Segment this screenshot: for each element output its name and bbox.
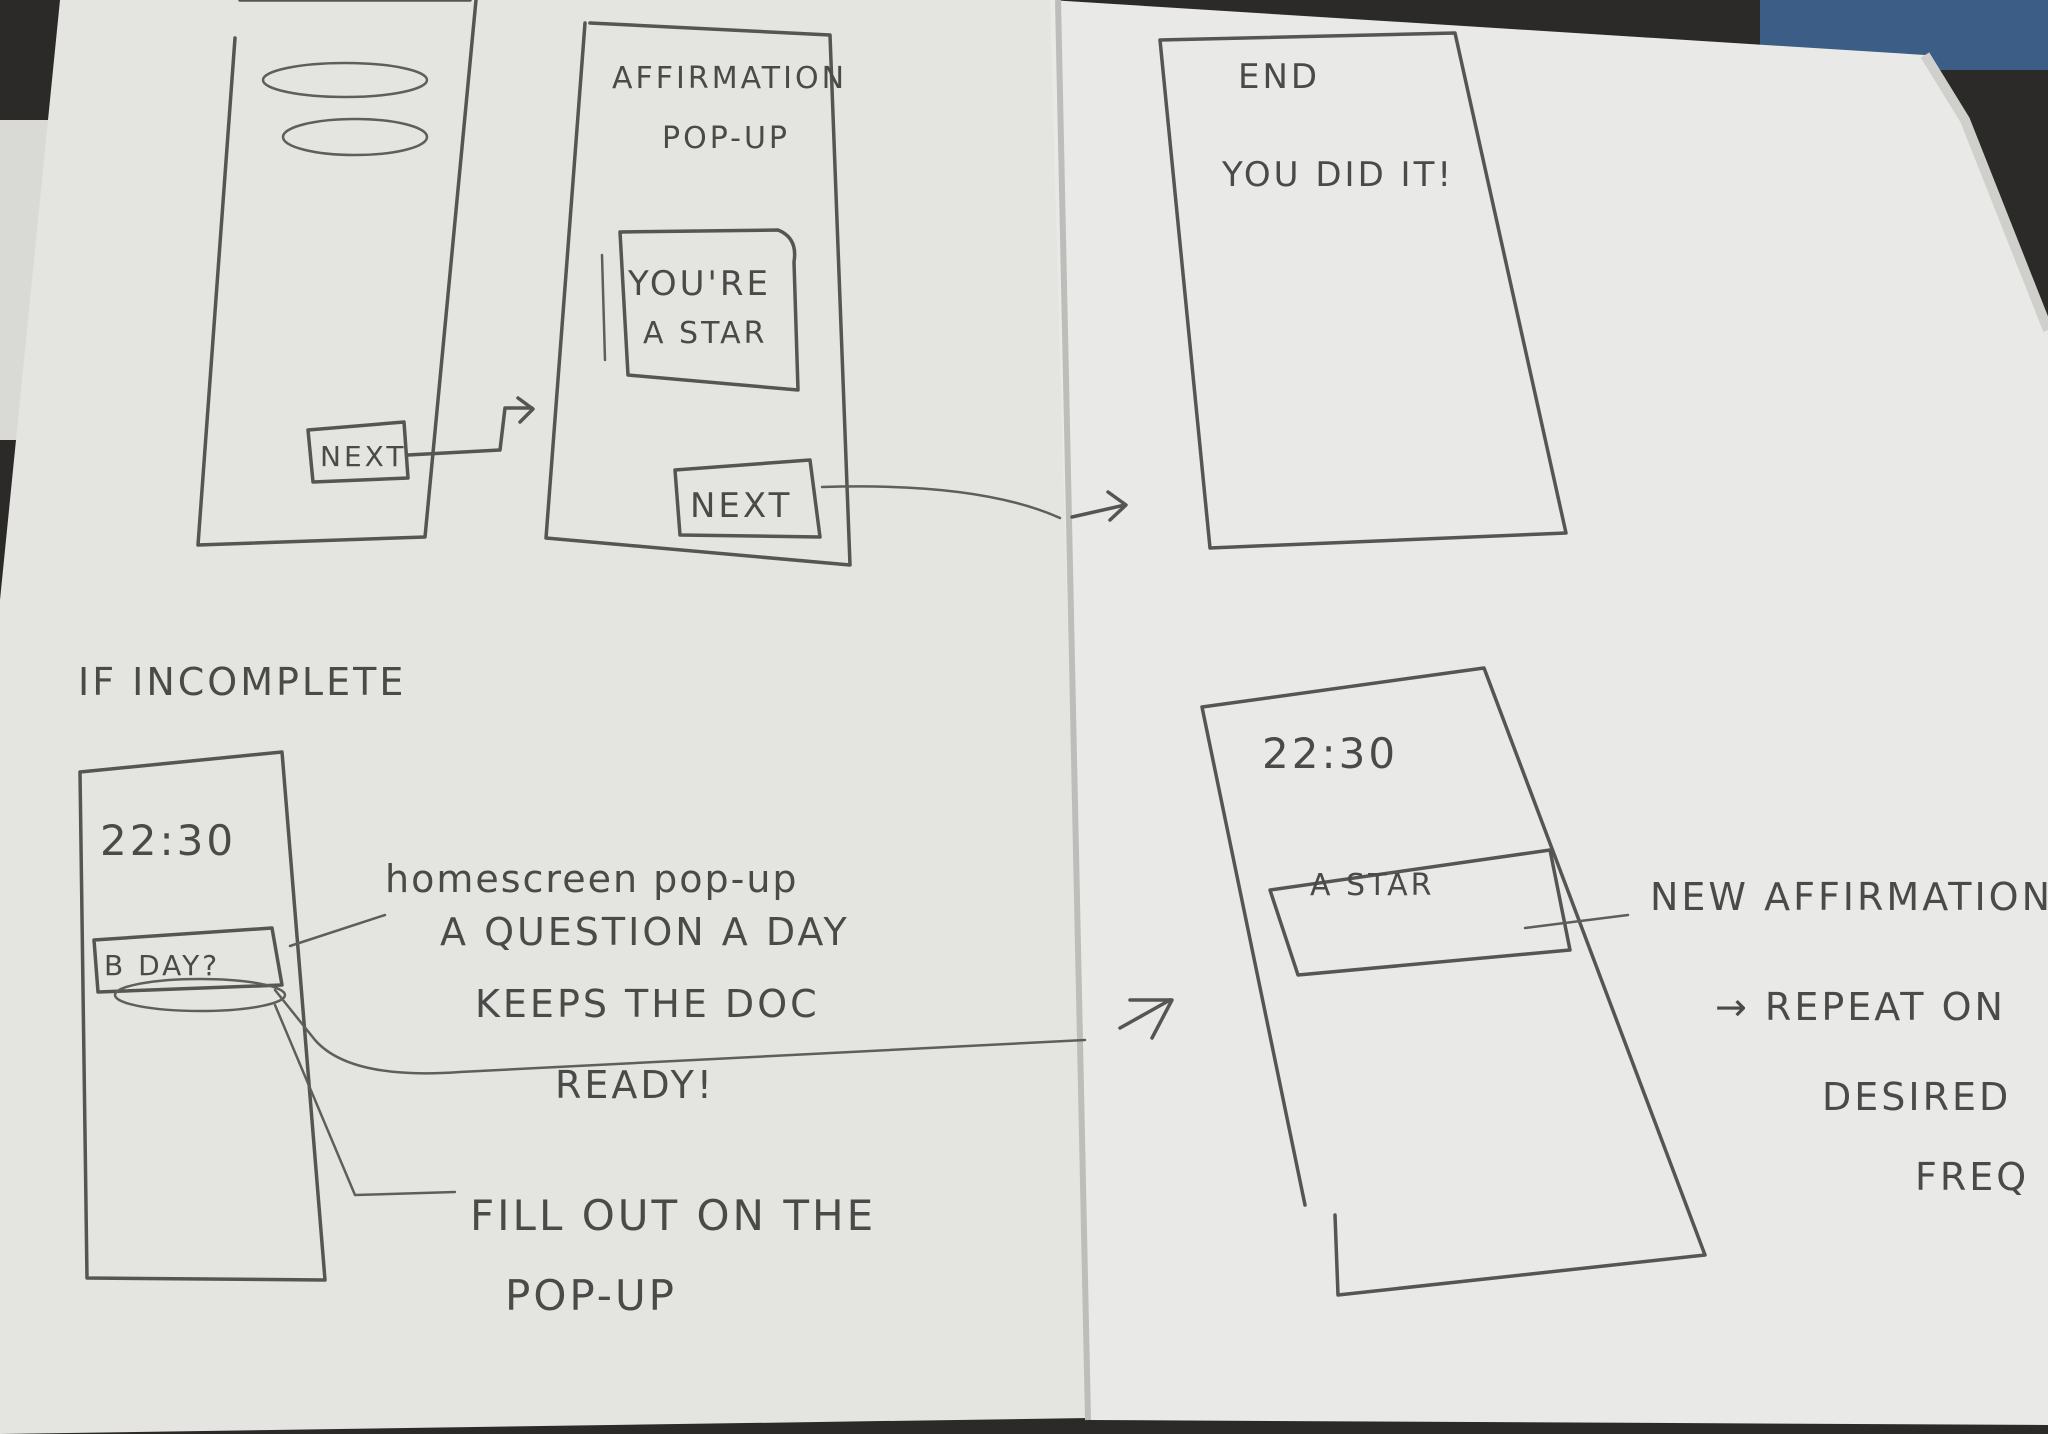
fill-out-line2: POP-UP — [505, 1271, 677, 1320]
new-affirmation-line1: NEW AFFIRMATION — [1650, 875, 2048, 919]
affirmation-title: AFFIRMATION — [612, 61, 847, 96]
next-button-label: NEXT — [320, 440, 406, 473]
homescreen-note-line1: homescreen pop-up — [385, 857, 799, 901]
incomplete-time: 22:30 — [100, 816, 236, 865]
new-affirmation-line3: DESIRED — [1822, 1075, 2011, 1119]
affirmation-subtitle: POP-UP — [662, 121, 790, 156]
affirmation-text-line2: A STAR — [643, 316, 767, 351]
sketch-canvas: NEXT AFFIRMATION POP-UP YOU'RE A STAR NE… — [0, 0, 2048, 1434]
affirmation-text-line1: YOU'RE — [627, 264, 771, 304]
homescreen-note-line3: KEEPS THE DOC — [475, 982, 820, 1026]
affirmation-next-label: NEXT — [690, 486, 792, 526]
new-affirmation-time: 22:30 — [1262, 729, 1398, 778]
fill-out-line1: FILL OUT ON THE — [470, 1191, 876, 1240]
new-affirmation-line2: → REPEAT ON — [1715, 985, 2006, 1029]
question-popup-text: B DAY? — [104, 949, 220, 982]
right-page — [1050, 0, 2048, 1425]
new-affirmation-line4: FREQ — [1915, 1155, 2029, 1199]
end-title: END — [1238, 57, 1320, 97]
homescreen-note-line4: READY! — [555, 1063, 715, 1107]
affirmation-popup-text: A STAR — [1310, 868, 1434, 903]
if-incomplete-label: IF INCOMPLETE — [78, 660, 406, 704]
end-message: YOU DID IT! — [1221, 155, 1454, 195]
homescreen-note-line2: A QUESTION A DAY — [440, 910, 850, 954]
